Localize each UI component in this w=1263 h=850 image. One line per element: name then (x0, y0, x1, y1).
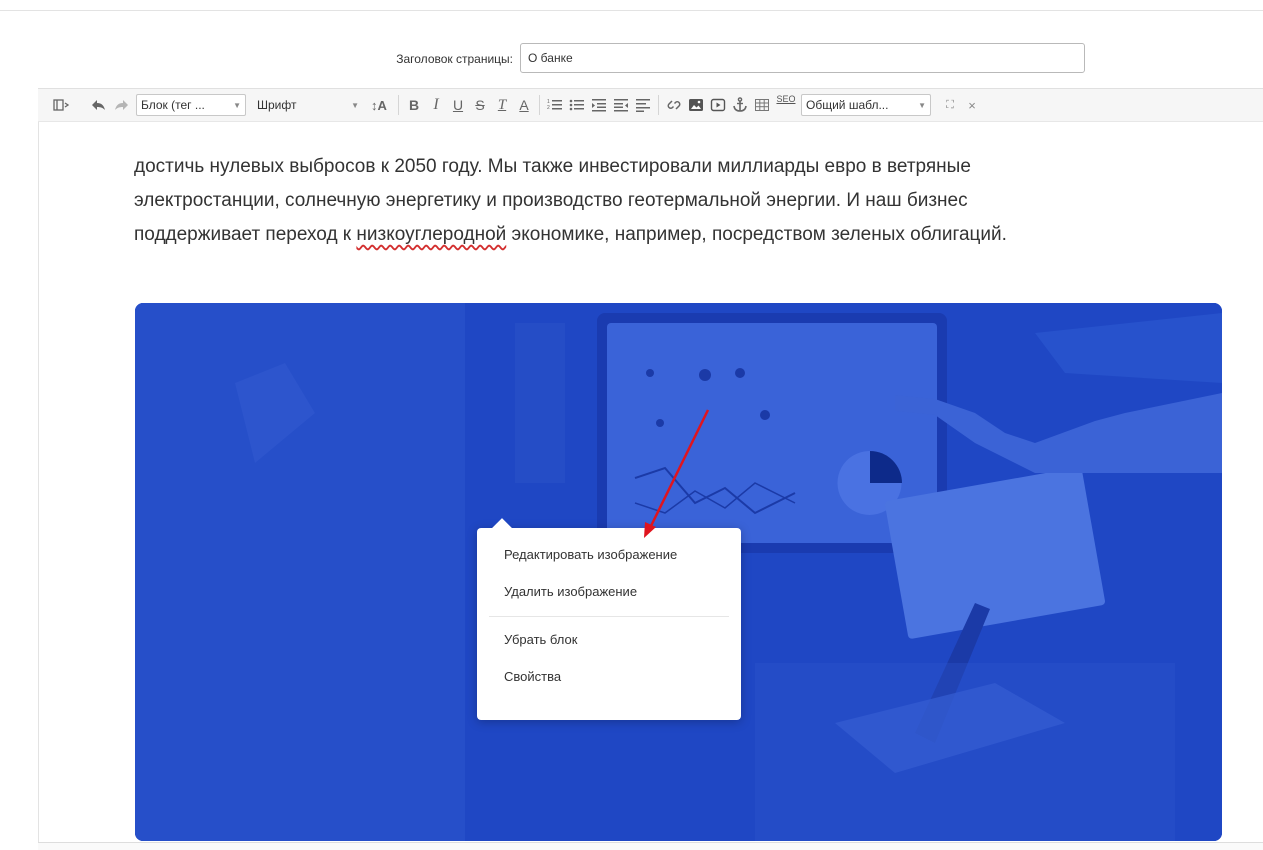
redo-icon[interactable] (110, 94, 132, 116)
block-format-select[interactable]: Блок (тег ... ▼ (136, 94, 246, 116)
bullet-list-icon[interactable] (566, 94, 588, 116)
image-context-menu: Редактировать изображение Удалить изобра… (477, 528, 741, 720)
strikethrough-icon[interactable]: S (469, 94, 491, 116)
editor-bottom-border (38, 842, 1263, 850)
chevron-down-icon: ▼ (918, 100, 926, 110)
editor-content[interactable]: достичь нулевых выбросов к 2050 году. Мы… (134, 150, 1234, 252)
block-format-value: Блок (тег ... (141, 98, 205, 112)
close-icon[interactable]: × (961, 94, 983, 116)
align-icon[interactable] (632, 94, 654, 116)
toolbar-separator (658, 95, 659, 115)
blocks-icon[interactable] (50, 94, 72, 116)
underline-icon[interactable]: U (447, 94, 469, 116)
frame-border-top (0, 10, 1263, 11)
video-icon[interactable] (707, 94, 729, 116)
text-fragment: поддерживает переход к (134, 224, 357, 245)
template-select[interactable]: Общий шабл... ▼ (801, 94, 931, 116)
menu-item-delete-image[interactable]: Удалить изображение (477, 573, 741, 610)
chevron-down-icon: ▼ (233, 100, 241, 110)
seo-icon[interactable]: SEO (773, 94, 799, 116)
menu-item-remove-block[interactable]: Убрать блок (477, 621, 741, 658)
ordered-list-icon[interactable]: 12 (544, 94, 566, 116)
chevron-down-icon: ▼ (351, 100, 359, 110)
template-select-value: Общий шабл... (806, 98, 889, 112)
menu-item-properties[interactable]: Свойства (477, 658, 741, 695)
menu-divider (489, 616, 729, 617)
undo-icon[interactable] (88, 94, 110, 116)
font-select-value: Шрифт (257, 98, 297, 112)
paragraph-line: электростанции, солнечную энергетику и п… (134, 190, 968, 211)
frame-border-left (38, 90, 39, 850)
bold-icon[interactable]: B (403, 94, 425, 116)
text-fragment: экономике, например, посредством зеленых… (506, 224, 1007, 245)
page-title-label: Заголовок страницы: (396, 52, 513, 66)
menu-item-edit-image[interactable]: Редактировать изображение (477, 536, 741, 573)
font-size-icon[interactable]: ↕A (364, 94, 394, 116)
paragraph-line: достичь нулевых выбросов к 2050 году. Мы… (134, 156, 971, 177)
table-icon[interactable] (751, 94, 773, 116)
outdent-icon[interactable] (610, 94, 632, 116)
toolbar-separator (398, 95, 399, 115)
anchor-icon[interactable] (729, 94, 751, 116)
link-icon[interactable] (663, 94, 685, 116)
indent-icon[interactable] (588, 94, 610, 116)
font-select[interactable]: Шрифт ▼ (252, 94, 364, 116)
toolbar-separator (539, 95, 540, 115)
image-icon[interactable] (685, 94, 707, 116)
paragraph-line: поддерживает переход к низкоуглеродной э… (134, 218, 1234, 252)
spellcheck-word[interactable]: низкоуглеродной (356, 224, 506, 245)
svg-text:2: 2 (547, 105, 550, 111)
page-title-row: Заголовок страницы: (0, 43, 1263, 75)
italic-icon[interactable]: I (425, 94, 447, 116)
page-title-input[interactable] (520, 43, 1085, 73)
clear-format-icon[interactable]: T (491, 94, 513, 116)
text-color-icon[interactable]: A (513, 94, 535, 116)
editor-toolbar: Блок (тег ... ▼ Шрифт ▼ ↕A B I U S T A 1… (38, 88, 1263, 122)
fullscreen-icon[interactable]: ⛶ (939, 94, 961, 116)
